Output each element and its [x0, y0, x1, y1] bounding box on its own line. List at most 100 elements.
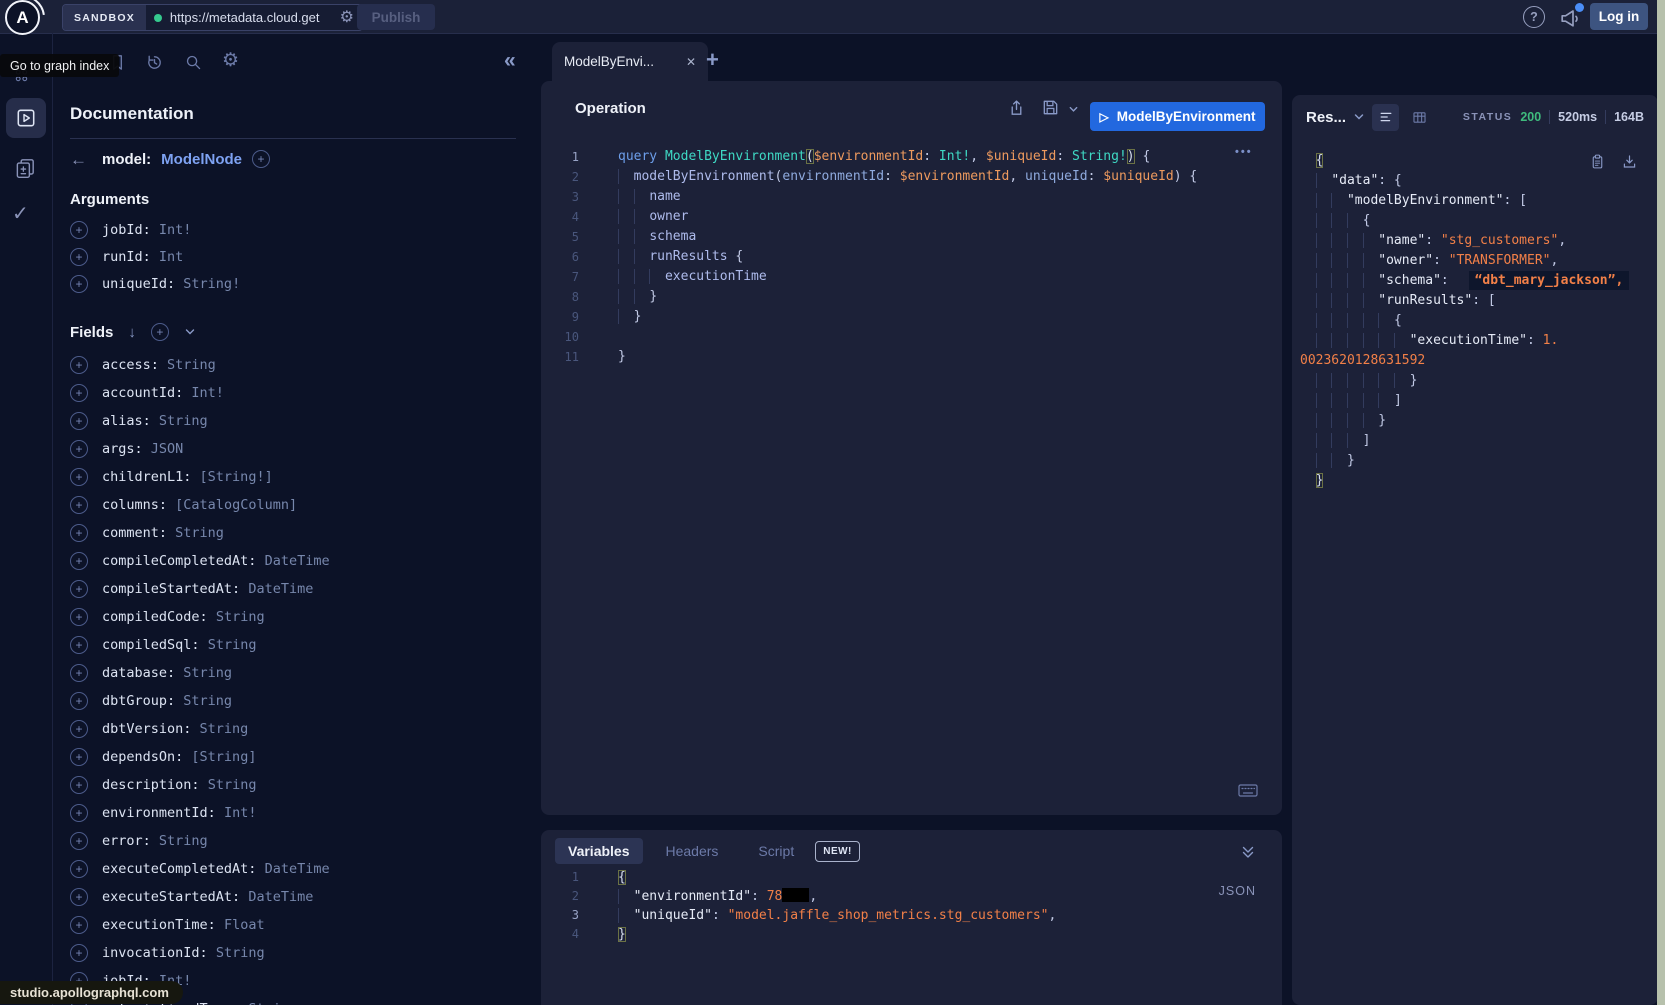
doc-type-link[interactable]: ModelNode [161, 151, 242, 168]
field-row[interactable]: + access: String [70, 351, 523, 379]
add-field-icon[interactable]: + [70, 608, 88, 626]
back-icon[interactable]: ← [70, 151, 92, 168]
code-line[interactable]: 9 } [541, 307, 1282, 327]
publish-button[interactable]: Publish [357, 4, 435, 30]
collapse-variables-icon[interactable] [1240, 844, 1256, 860]
field-row[interactable]: + error: String [70, 827, 523, 855]
argument-row[interactable]: + jobId: Int! [70, 216, 523, 243]
add-field-icon[interactable]: + [70, 804, 88, 822]
field-row[interactable]: + dbtVersion: String [70, 715, 523, 743]
code-line[interactable]: } [1300, 411, 1658, 431]
copy-response-icon[interactable] [1589, 153, 1606, 170]
code-line[interactable]: ] [1300, 431, 1658, 451]
code-line[interactable]: 6 runResults { [541, 247, 1282, 267]
code-line[interactable]: ] [1300, 391, 1658, 411]
add-field-icon[interactable]: + [70, 860, 88, 878]
field-row[interactable]: + database: String [70, 659, 523, 687]
code-line[interactable]: "executionTime": 1. [1300, 331, 1658, 351]
code-line[interactable]: 3 "uniqueId": "model.jaffle_shop_metrics… [541, 906, 1282, 925]
code-line[interactable]: 3 name [541, 187, 1282, 207]
search-icon[interactable] [184, 53, 203, 72]
code-line[interactable]: 11} [541, 347, 1282, 367]
run-operation-button[interactable]: ▷ ModelByEnvironment [1090, 102, 1265, 131]
field-row[interactable]: + alias: String [70, 407, 523, 435]
endpoint-settings-icon[interactable]: ⚙ [340, 10, 354, 26]
response-dropdown-chevron-icon[interactable] [1353, 111, 1365, 123]
endpoint-url-input[interactable]: https://metadata.cloud.get [170, 10, 332, 25]
history-icon[interactable] [145, 53, 164, 72]
chevron-down-icon[interactable] [184, 326, 196, 338]
field-row[interactable]: + args: JSON [70, 435, 523, 463]
add-field-icon[interactable]: + [70, 524, 88, 542]
code-line[interactable]: } [1300, 471, 1658, 491]
add-field-icon[interactable]: + [70, 412, 88, 430]
code-line[interactable]: { [1300, 211, 1658, 231]
add-all-fields-icon[interactable]: + [151, 323, 169, 341]
code-line[interactable]: "schema": “dbt_mary_jackson”, [1300, 271, 1658, 291]
add-field-icon[interactable]: + [70, 664, 88, 682]
add-field-icon[interactable]: + [70, 636, 88, 654]
add-field-icon[interactable]: + [70, 356, 88, 374]
field-row[interactable]: + accountId: Int! [70, 379, 523, 407]
tab-variables[interactable]: Variables [555, 838, 643, 864]
add-field-icon[interactable]: + [70, 384, 88, 402]
sort-down-icon[interactable]: ↓ [128, 325, 136, 340]
response-json[interactable]: { "data": { "modelByEnvironment": [ { "n… [1300, 151, 1658, 491]
field-row[interactable]: + invocationId: String [70, 939, 523, 967]
add-field-icon[interactable]: + [70, 468, 88, 486]
operation-menu-icon[interactable]: ••• [1235, 147, 1253, 158]
save-icon[interactable] [1041, 98, 1060, 117]
field-row[interactable]: + executeStartedAt: DateTime [70, 883, 523, 911]
add-field-icon[interactable]: + [70, 776, 88, 794]
add-field-icon[interactable]: + [70, 832, 88, 850]
add-field-icon[interactable]: + [70, 888, 88, 906]
field-row[interactable]: + comment: String [70, 519, 523, 547]
add-field-icon[interactable]: + [70, 748, 88, 766]
add-argument-icon[interactable]: + [70, 221, 88, 239]
apollo-logo[interactable]: A [5, 0, 40, 35]
field-row[interactable]: + childrenL1: [String!] [70, 463, 523, 491]
field-row[interactable]: + executionTime: Float [70, 911, 523, 939]
code-line[interactable]: "data": { [1300, 171, 1658, 191]
code-line[interactable]: 4 owner [541, 207, 1282, 227]
code-line[interactable]: "owner": "TRANSFORMER", [1300, 251, 1658, 271]
add-field-icon[interactable]: + [70, 944, 88, 962]
settings-gear-icon[interactable]: ⚙ [222, 51, 239, 70]
field-row[interactable]: + executeCompletedAt: DateTime [70, 855, 523, 883]
argument-row[interactable]: + runId: Int [70, 243, 523, 270]
announcements-button[interactable] [1558, 5, 1582, 29]
add-argument-icon[interactable]: + [70, 248, 88, 266]
close-tab-icon[interactable]: ✕ [686, 56, 696, 68]
code-line[interactable]: 7 executionTime [541, 267, 1282, 287]
help-icon[interactable]: ? [1523, 6, 1545, 28]
response-title[interactable]: Res... [1306, 109, 1346, 126]
code-line[interactable]: "modelByEnvironment": [ [1300, 191, 1658, 211]
keyboard-shortcuts-icon[interactable] [1238, 783, 1258, 799]
add-field-icon[interactable]: + [70, 552, 88, 570]
share-icon[interactable] [1007, 98, 1026, 117]
code-line[interactable]: } [1300, 371, 1658, 391]
sidebar-item-schema[interactable] [13, 156, 37, 180]
field-row[interactable]: + description: String [70, 771, 523, 799]
code-line[interactable]: "name": "stg_customers", [1300, 231, 1658, 251]
add-argument-icon[interactable]: + [70, 275, 88, 293]
code-line[interactable]: } [1300, 451, 1658, 471]
field-row[interactable]: + columns: [CatalogColumn] [70, 491, 523, 519]
collapse-panel-icon[interactable]: « [504, 50, 516, 71]
tab-script[interactable]: Script [745, 838, 807, 864]
field-row[interactable]: + compiledSql: String [70, 631, 523, 659]
new-tab-icon[interactable]: + [706, 49, 719, 71]
field-row[interactable]: + compiledCode: String [70, 603, 523, 631]
add-field-icon[interactable]: + [70, 916, 88, 934]
field-row[interactable]: + compileStartedAt: DateTime [70, 575, 523, 603]
add-field-icon[interactable]: + [70, 692, 88, 710]
code-line[interactable]: 2 modelByEnvironment(environmentId: $env… [541, 167, 1282, 187]
variables-editor[interactable]: 1{2 "environmentId": 78,3 "uniqueId": "m… [541, 868, 1282, 944]
field-row[interactable]: + dbtGroup: String [70, 687, 523, 715]
code-line[interactable]: 5 schema [541, 227, 1282, 247]
field-row[interactable]: + compileCompletedAt: DateTime [70, 547, 523, 575]
add-to-query-icon[interactable]: + [252, 150, 270, 168]
code-line[interactable]: 1{ [541, 868, 1282, 887]
save-options-chevron-icon[interactable] [1068, 104, 1079, 115]
code-line[interactable]: 4} [541, 925, 1282, 944]
